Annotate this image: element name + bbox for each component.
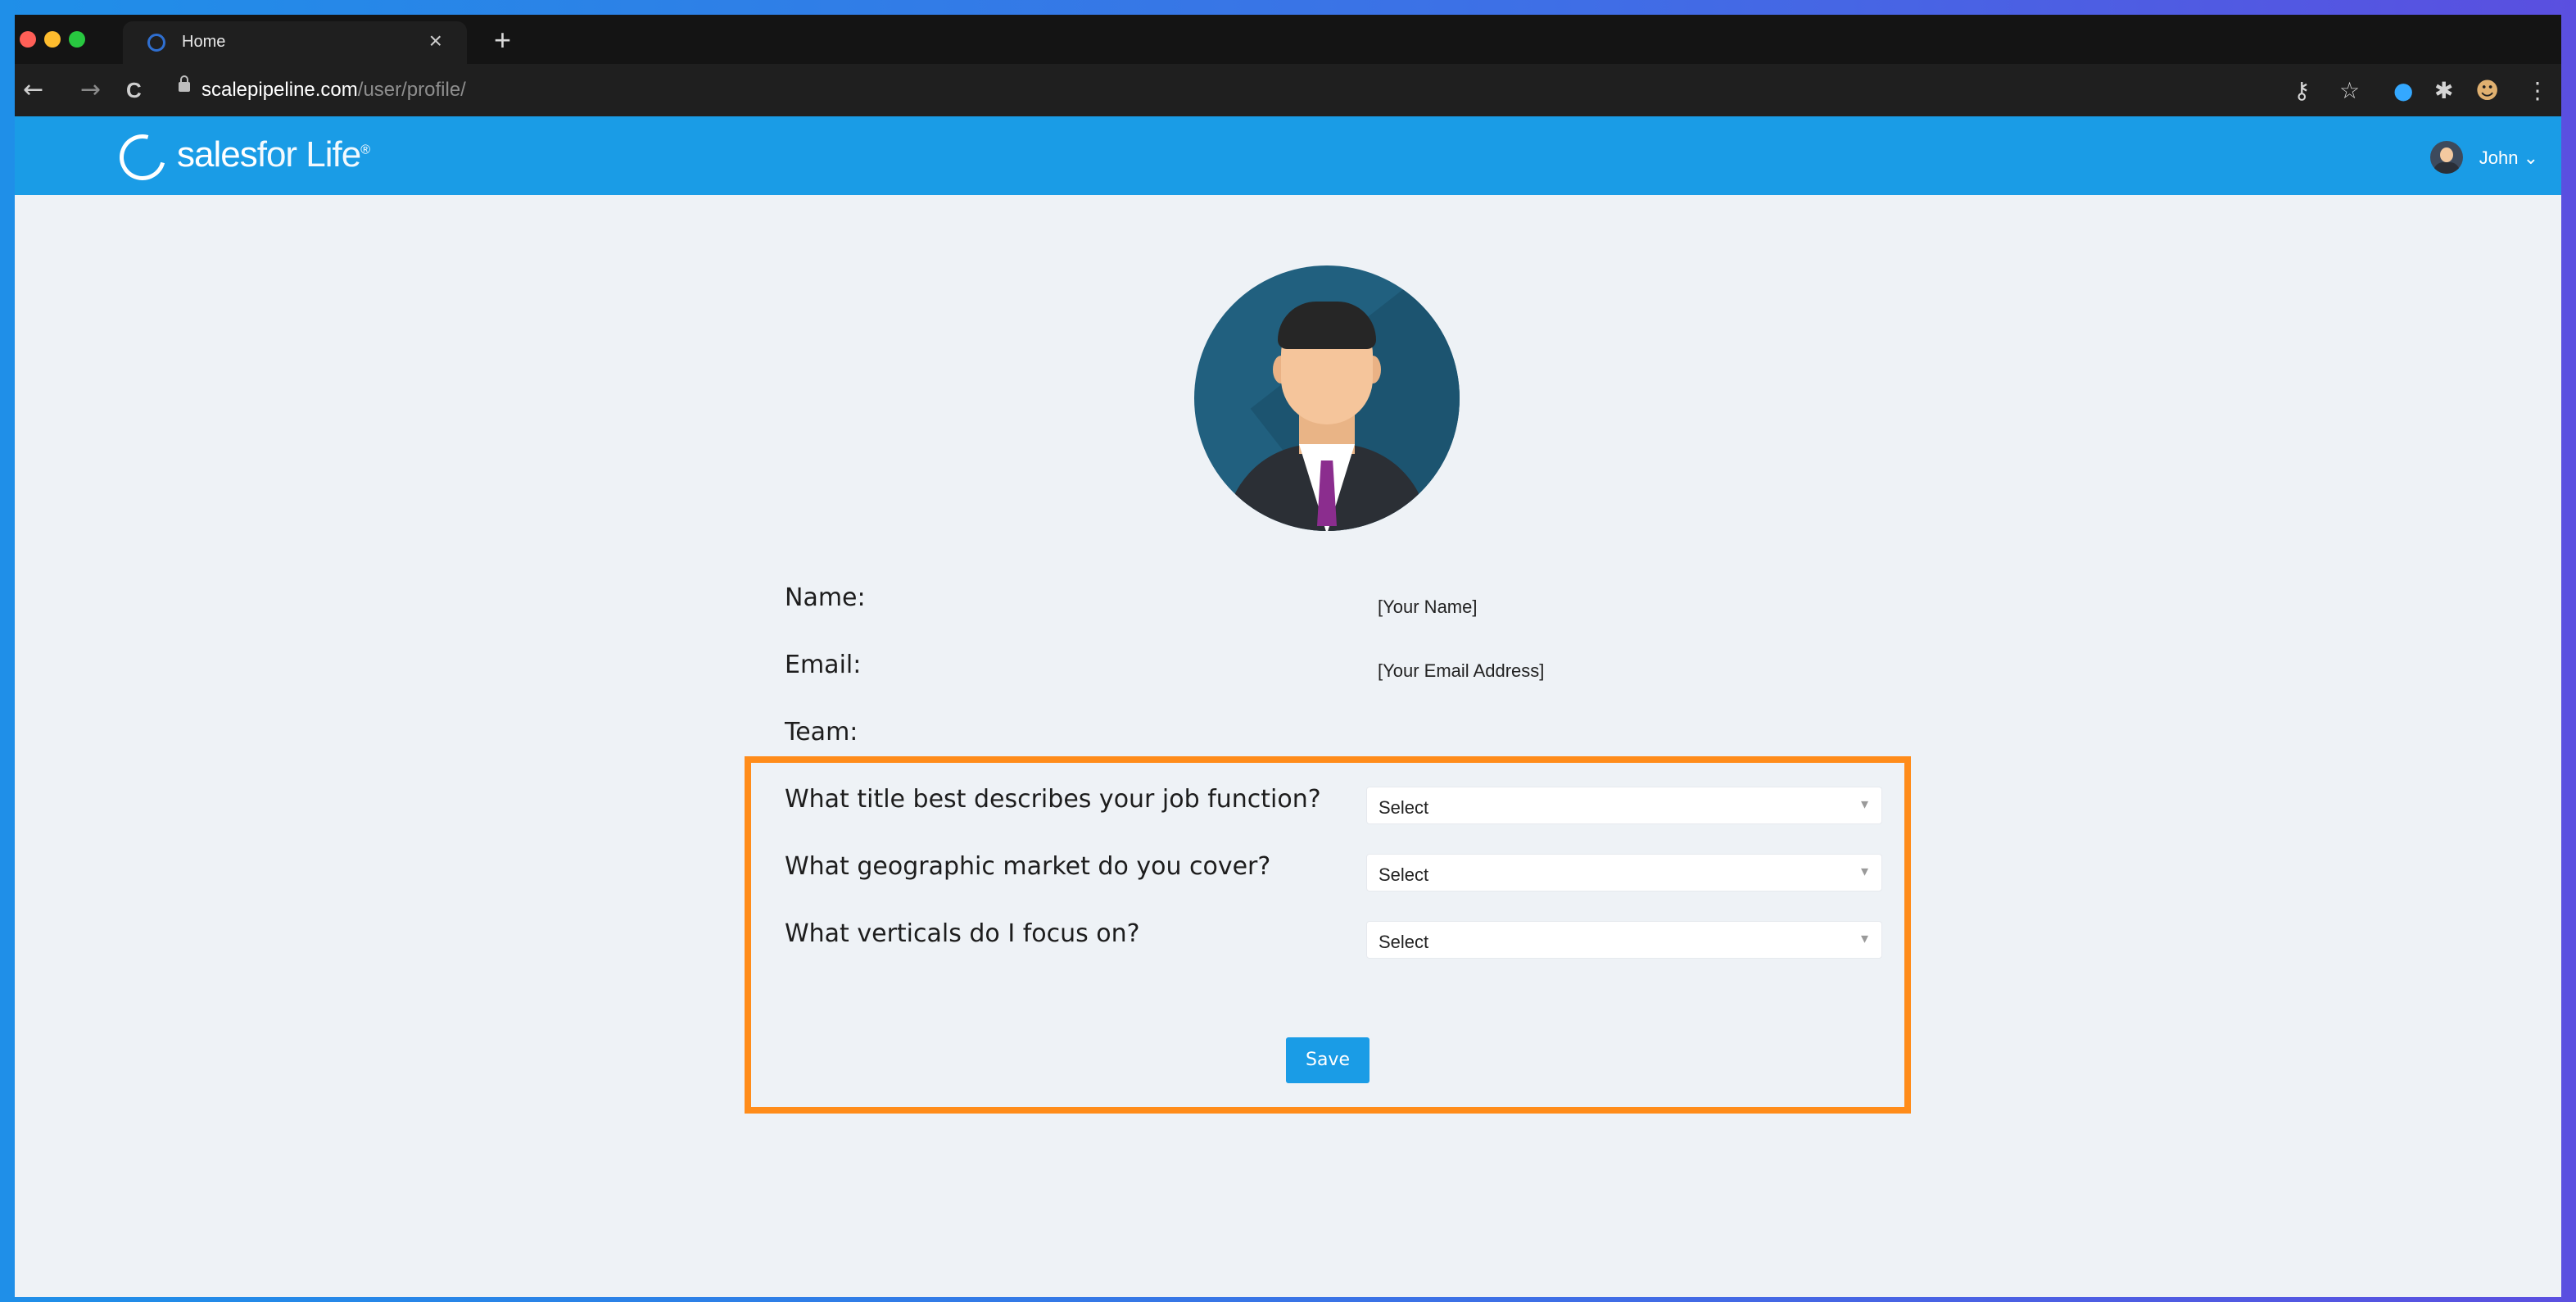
back-icon[interactable]: ← bbox=[23, 75, 43, 104]
email-value: [Your Email Address] bbox=[1378, 660, 1545, 681]
name-label: Name: bbox=[785, 583, 866, 612]
extension-icon[interactable]: ● bbox=[2393, 77, 2413, 104]
team-label: Team: bbox=[785, 718, 858, 746]
app-header: salesfor Life® John ⌄ bbox=[15, 116, 2561, 195]
url-path: /user/profile/ bbox=[357, 79, 466, 101]
close-window-button[interactable] bbox=[20, 31, 36, 48]
chevron-down-icon: ⌄ bbox=[2523, 147, 2538, 168]
browser-tab[interactable]: Home × bbox=[123, 21, 467, 64]
bookmark-star-icon[interactable]: ☆ bbox=[2339, 77, 2360, 104]
chevron-down-icon: ▾ bbox=[1860, 796, 1868, 813]
email-field[interactable]: [Your Email Address] bbox=[1366, 652, 1867, 688]
geographic-market-label: What geographic market do you cover? bbox=[785, 852, 1271, 881]
save-button[interactable]: Save bbox=[1286, 1037, 1369, 1083]
reload-icon[interactable]: C bbox=[126, 78, 142, 103]
job-function-label: What title best describes your job funct… bbox=[785, 785, 1321, 814]
job-function-selected: Select bbox=[1379, 797, 1429, 818]
forward-icon[interactable]: → bbox=[80, 75, 101, 104]
user-avatar[interactable] bbox=[2430, 141, 2463, 174]
address-bar[interactable]: scalepipeline.com/user/profile/ bbox=[201, 79, 466, 102]
geographic-market-select[interactable]: Select ▾ bbox=[1366, 854, 1882, 891]
job-function-select[interactable]: Select ▾ bbox=[1366, 787, 1882, 824]
avatar-hair bbox=[1278, 302, 1376, 349]
verticals-selected: Select bbox=[1379, 932, 1429, 952]
lock-icon bbox=[179, 75, 190, 92]
minimize-window-button[interactable] bbox=[44, 31, 61, 48]
url-host: scalepipeline.com bbox=[201, 79, 358, 101]
brand-bold: sales bbox=[177, 134, 258, 175]
email-label: Email: bbox=[785, 651, 862, 679]
verticals-select[interactable]: Select ▾ bbox=[1366, 921, 1882, 959]
brand-light: for Life bbox=[256, 134, 362, 175]
maximize-window-button[interactable] bbox=[69, 31, 85, 48]
chevron-down-icon: ▾ bbox=[1860, 863, 1868, 880]
key-icon[interactable]: ⚷ bbox=[2293, 77, 2311, 104]
name-value: [Your Name] bbox=[1378, 597, 1478, 617]
logo-ring-icon bbox=[111, 125, 174, 189]
browser-menu-icon[interactable]: ⋮ bbox=[2526, 77, 2549, 104]
tab-title: Home bbox=[182, 33, 226, 51]
brand-logo[interactable]: salesfor Life® bbox=[177, 134, 370, 175]
profile-avatar bbox=[1194, 265, 1460, 531]
user-menu[interactable]: John ⌄ bbox=[2479, 147, 2538, 169]
brand-mark: ® bbox=[360, 143, 370, 157]
chevron-down-icon: ▾ bbox=[1860, 930, 1868, 947]
tab-favicon-icon bbox=[147, 34, 165, 52]
name-field[interactable]: [Your Name] bbox=[1366, 588, 1867, 624]
user-avatar-suit bbox=[2433, 162, 2460, 174]
address-bar-row: ← → C scalepipeline.com/user/profile/ ⚷ … bbox=[15, 64, 2561, 116]
verticals-label: What verticals do I focus on? bbox=[785, 919, 1140, 948]
user-name: John bbox=[2479, 147, 2519, 168]
tab-strip: Home × + bbox=[15, 15, 2561, 64]
geographic-market-selected: Select bbox=[1379, 864, 1429, 885]
puzzle-extensions-icon[interactable]: ✱ bbox=[2434, 77, 2453, 104]
tab-close-icon[interactable]: × bbox=[429, 28, 442, 54]
profile-avatar-icon[interactable]: ☻ bbox=[2475, 77, 2499, 104]
new-tab-icon[interactable]: + bbox=[494, 23, 511, 57]
browser-window: Home × + ← → C scalepipeline.com/user/pr… bbox=[15, 15, 2561, 1297]
user-avatar-face bbox=[2440, 147, 2453, 162]
